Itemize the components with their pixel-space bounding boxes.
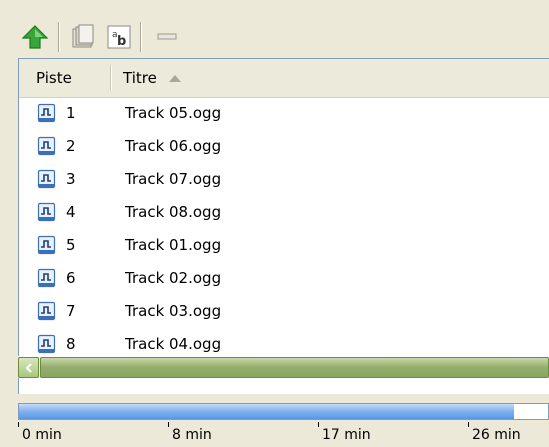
list-item[interactable]: 6 Track 02.ogg — [19, 262, 549, 295]
audio-file-icon — [37, 169, 56, 189]
track-title: Track 03.ogg — [125, 302, 222, 320]
rename-button[interactable]: a b — [104, 22, 134, 52]
svg-text:b: b — [117, 34, 126, 49]
audio-file-icon — [37, 136, 56, 156]
disc-usage-fill — [19, 404, 514, 419]
track-number: 7 — [66, 302, 76, 320]
timeline-label: 26 min — [472, 427, 521, 443]
track-title: Track 01.ogg — [125, 236, 222, 254]
disc-usage-bar — [18, 403, 549, 420]
column-header-label: Piste — [36, 69, 72, 87]
list-item[interactable]: 1 Track 05.ogg — [19, 97, 549, 130]
chevron-left-icon — [24, 362, 32, 373]
track-title: Track 07.ogg — [125, 170, 222, 188]
list-item[interactable]: 5 Track 01.ogg — [19, 229, 549, 262]
horizontal-scrollbar[interactable] — [18, 356, 549, 378]
remove-button[interactable] — [152, 22, 182, 52]
track-title: Track 04.ogg — [125, 335, 222, 353]
list-rows: 1 Track 05.ogg 2 Track 06.ogg 3 Track 07.ogg 4… — [19, 97, 549, 355]
track-number: 3 — [66, 170, 76, 188]
scroll-left-button[interactable] — [18, 357, 39, 378]
audio-file-icon — [37, 235, 56, 255]
timeline-label: 17 min — [322, 427, 371, 443]
timeline-tick — [18, 422, 19, 427]
track-title: Track 06.ogg — [125, 137, 222, 155]
track-title: Track 05.ogg — [125, 104, 222, 122]
timeline-tick — [168, 422, 169, 427]
list-item[interactable]: 4 Track 08.ogg — [19, 196, 549, 229]
list-item[interactable]: 7 Track 03.ogg — [19, 295, 549, 328]
track-number: 8 — [66, 335, 76, 353]
toolbar-separator — [58, 22, 60, 52]
list-item[interactable]: 3 Track 07.ogg — [19, 163, 549, 196]
list-item[interactable]: 2 Track 06.ogg — [19, 130, 549, 163]
track-number: 2 — [66, 137, 76, 155]
audio-file-icon — [37, 103, 56, 123]
column-header-piste[interactable]: Piste — [19, 59, 111, 97]
rename-icon: a b — [107, 25, 131, 49]
track-title: Track 02.ogg — [125, 269, 222, 287]
list-item[interactable]: 8 Track 04.ogg — [19, 328, 549, 355]
column-header-label: Titre — [123, 69, 157, 87]
timeline-tick — [468, 422, 469, 427]
sort-ascending-icon — [168, 74, 181, 82]
minus-icon — [157, 33, 177, 40]
window: a b Piste Titre 1 Track 05.ogg 2 Track 06.o… — [0, 0, 549, 447]
track-number: 1 — [66, 104, 76, 122]
timeline-label: 0 min — [22, 427, 62, 443]
timeline-label: 8 min — [172, 427, 212, 443]
timeline-tick — [318, 422, 319, 427]
open-folder-button[interactable] — [68, 22, 98, 52]
up-arrow-icon — [22, 25, 48, 49]
go-up-button[interactable] — [20, 22, 50, 52]
track-list[interactable]: Piste Titre 1 Track 05.ogg 2 Track 06.ogg 3 T… — [18, 58, 549, 394]
column-header-titre[interactable]: Titre — [111, 59, 549, 97]
audio-file-icon — [37, 301, 56, 321]
audio-file-icon — [37, 334, 56, 354]
audio-file-icon — [37, 268, 56, 288]
toolbar: a b — [0, 0, 549, 58]
folder-icon — [72, 24, 94, 48]
audio-file-icon — [37, 202, 56, 222]
track-number: 5 — [66, 236, 76, 254]
track-title: Track 08.ogg — [125, 203, 222, 221]
track-number: 6 — [66, 269, 76, 287]
scroll-thumb[interactable] — [40, 357, 549, 378]
list-header: Piste Titre — [19, 59, 549, 98]
toolbar-separator — [140, 22, 142, 52]
track-number: 4 — [66, 203, 76, 221]
